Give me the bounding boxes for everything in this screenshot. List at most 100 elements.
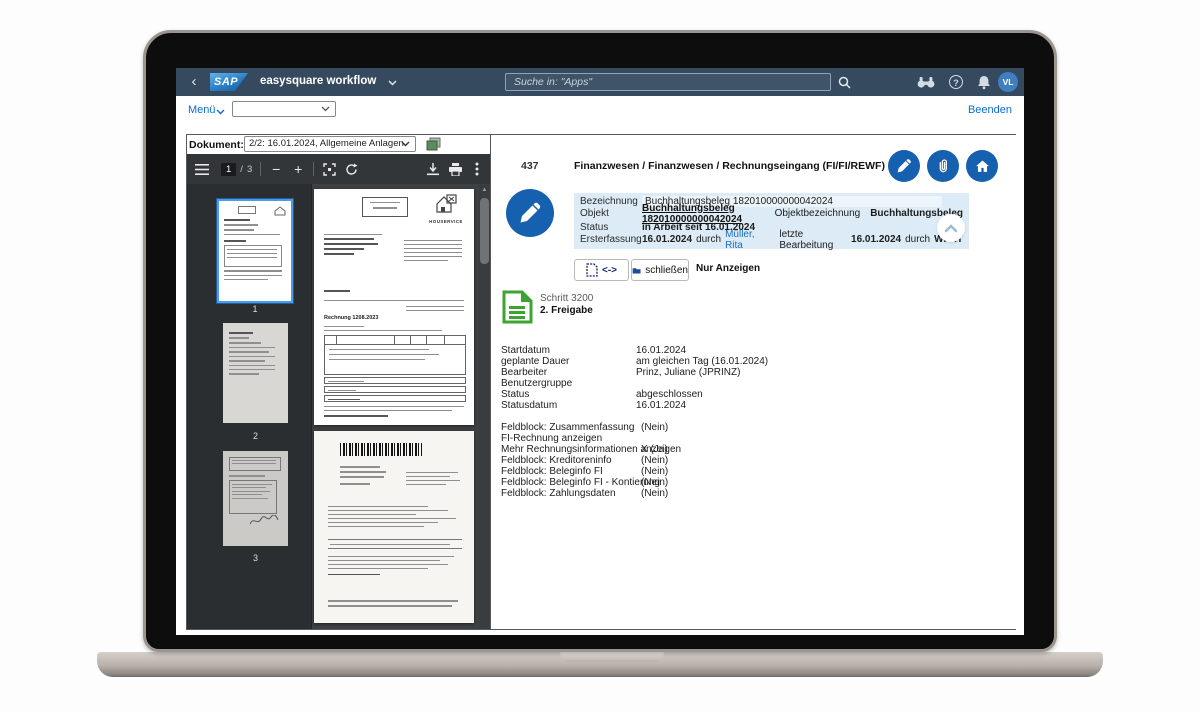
app-title[interactable]: easysquare workflow	[260, 75, 376, 87]
invoice-title: Rechnung 1208.2023	[324, 315, 378, 321]
barcode	[340, 443, 422, 456]
feldblock-label: Feldblock: Zahlungsdaten	[501, 488, 616, 499]
binoculars-icon[interactable]	[916, 72, 936, 92]
scrollbar-thumb[interactable]	[480, 198, 489, 264]
field-value: Prinz, Juliane (JPRINZ)	[636, 367, 740, 378]
document-selector-bar: Dokument: 2/2: 16.01.2024, Allgemeine An…	[187, 135, 490, 154]
durch-label: durch	[696, 234, 721, 245]
delivery-meta-block	[406, 469, 462, 488]
pdf-page-2-delivery-note	[314, 431, 474, 623]
switch-document-button[interactable]: <->	[574, 259, 629, 281]
search-input[interactable]	[505, 73, 831, 91]
items-header	[328, 539, 462, 549]
sender-block	[340, 463, 390, 488]
document-selector-label: Dokument:	[189, 139, 244, 151]
objektbezeichnung-label: Objektbezeichnung	[775, 208, 861, 219]
feldblock-value: (Nein)	[641, 466, 668, 477]
home-icon	[974, 158, 991, 175]
thumbnail-page-3[interactable]	[223, 451, 288, 546]
avatar[interactable]: VL	[998, 72, 1018, 92]
menu-select[interactable]	[232, 101, 336, 117]
attachments-button[interactable]	[927, 150, 959, 182]
workflow-panel: 437 Finanzwesen / Finanzwesen / Rechnung…	[492, 135, 1016, 629]
feldblock-label: FI-Rechnung anzeigen	[501, 433, 602, 444]
print-icon[interactable]	[444, 158, 466, 180]
thumbnail-page-1[interactable]	[219, 201, 291, 301]
zoom-out-icon[interactable]: −	[265, 158, 287, 180]
recipient-address-block	[324, 231, 384, 258]
bezeichnung-label: Bezeichnung	[580, 196, 642, 207]
menu-dropdown-label[interactable]: Menü	[188, 104, 216, 116]
search-icon[interactable]	[834, 72, 854, 92]
rotate-icon[interactable]	[340, 158, 362, 180]
home-button[interactable]	[966, 150, 998, 182]
objekt-label: Objekt	[580, 208, 642, 219]
document-select-value: 2/2: 16.01.2024, Allgemeine Anlagen	[249, 138, 404, 149]
step-name: 2. Freigabe	[540, 305, 593, 316]
items-rows	[328, 553, 462, 578]
pdf-page-area: HOUSERVICE	[312, 184, 479, 629]
ersterfassung-date: 16.01.2024	[642, 234, 692, 245]
more-options-kebab-icon[interactable]	[466, 158, 488, 180]
intro-line	[324, 300, 464, 301]
edit-pen-button[interactable]	[888, 150, 920, 182]
pdf-scrollbar[interactable]: ▲	[479, 184, 490, 629]
laptop-lid-notch	[560, 652, 664, 662]
feldblock-value: X (Ja)	[641, 444, 668, 455]
fit-page-icon[interactable]	[318, 158, 340, 180]
workflow-number: 437	[521, 160, 539, 172]
pdf-page-1-invoice: HOUSERVICE	[314, 189, 474, 425]
pdf-current-page[interactable]: 1	[221, 163, 236, 176]
download-icon[interactable]	[422, 158, 444, 180]
field-label: Status	[501, 389, 529, 400]
ersterfassung-label: Ersterfassung	[580, 234, 642, 245]
scroll-up-arrow[interactable]: ▲	[479, 184, 490, 196]
letzte-bearbeitung-date: 16.01.2024	[851, 234, 901, 245]
houservice-logo-text: HOUSERVICE	[424, 219, 468, 224]
thumbnail-page-2[interactable]	[223, 323, 288, 423]
invoice-totals	[324, 377, 466, 402]
pdf-menu-icon[interactable]	[191, 158, 213, 180]
collapse-info-button[interactable]	[937, 214, 965, 242]
reference-line	[324, 290, 350, 292]
thumbnail-label-2: 2	[223, 431, 288, 441]
ersterfassung-user-link[interactable]: Müller, Rita	[725, 229, 763, 251]
close-button-label: schließen	[645, 265, 688, 276]
page: ‹ SAP easysquare workflow ? VL Menü	[0, 0, 1200, 712]
feldblock-value: (Nein)	[641, 488, 668, 499]
exit-link[interactable]: Beenden	[968, 104, 1012, 116]
thumbnail-pane: 1 2	[187, 184, 312, 629]
folder-icon	[632, 265, 641, 276]
feldblock-label: Feldblock: Beleginfo FI - Kontierung	[501, 477, 660, 488]
view-mode-label: Nur Anzeigen	[696, 263, 760, 274]
chevron-down-icon[interactable]	[388, 80, 397, 86]
zoom-in-icon[interactable]: +	[287, 158, 309, 180]
field-value: am gleichen Tag (16.01.2024)	[636, 356, 768, 367]
feldblock-label: Feldblock: Zusammenfassung	[501, 422, 634, 433]
shell-bar: ‹ SAP easysquare workflow ? VL	[176, 68, 1024, 96]
chevron-up-icon	[944, 224, 958, 233]
back-button[interactable]: ‹	[186, 73, 202, 91]
screen: ‹ SAP easysquare workflow ? VL Menü	[176, 68, 1024, 635]
document-select[interactable]: 2/2: 16.01.2024, Allgemeine Anlagen	[244, 136, 416, 152]
field-value: abgeschlossen	[636, 389, 703, 400]
open-in-window-icon[interactable]	[426, 137, 441, 151]
object-lines	[324, 323, 444, 334]
pdf-toolbar: 1 / 3 − +	[187, 154, 490, 184]
help-glyph: ?	[949, 75, 963, 89]
houservice-logo: HOUSERVICE	[424, 194, 468, 224]
help-icon[interactable]: ?	[946, 72, 966, 92]
thumbnail-label-1: 1	[219, 304, 291, 314]
field-label: Benutzergruppe	[501, 378, 572, 389]
workflow-title: Finanzwesen / Finanzwesen / Rechnungsein…	[574, 160, 885, 172]
close-button[interactable]: schließen	[631, 259, 689, 281]
chevron-down-icon[interactable]	[216, 109, 225, 115]
pen-icon	[896, 158, 912, 174]
letzte-bearbeitung-label: letzte Bearbeitung	[779, 229, 841, 251]
field-label: Startdatum	[501, 345, 550, 356]
notifications-bell-icon[interactable]	[974, 72, 994, 92]
feldblock-label: Feldblock: Kreditoreninfo	[501, 455, 612, 466]
document-viewer-panel: Dokument: 2/2: 16.01.2024, Allgemeine An…	[187, 135, 491, 629]
field-label: Bearbeiter	[501, 367, 547, 378]
laptop-base	[97, 652, 1103, 677]
